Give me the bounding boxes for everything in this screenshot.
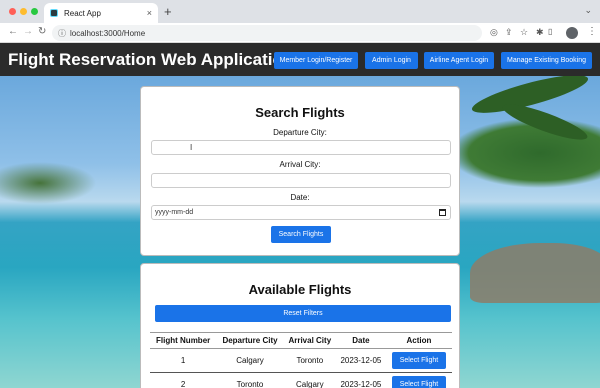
search-title: Search Flights bbox=[255, 105, 345, 120]
arrival-city: Toronto bbox=[283, 348, 336, 373]
react-favicon-icon bbox=[50, 9, 58, 17]
profile-icon[interactable] bbox=[566, 27, 578, 39]
search-flights-button[interactable]: Search Flights bbox=[271, 226, 331, 243]
address-bar[interactable]: ⓘ localhost:3000/Home bbox=[52, 25, 482, 41]
column-header: Flight Number bbox=[150, 332, 217, 349]
browser-toolbar: ← → ↻ ⓘ localhost:3000/Home ◎ ⇪ ☆ ✱ ▯ ⋮ bbox=[0, 23, 600, 43]
reset-filters-button[interactable]: Reset Filters bbox=[155, 305, 451, 322]
member-login-button[interactable]: Member Login/Register bbox=[274, 52, 358, 69]
available-flights-card: Available Flights Reset Filters Flight N… bbox=[140, 263, 460, 388]
info-icon[interactable]: ⓘ bbox=[58, 28, 66, 39]
flight-number: 1 bbox=[150, 348, 217, 373]
flight-date: 2023-12-05 bbox=[335, 372, 386, 388]
airline-agent-login-button[interactable]: Airline Agent Login bbox=[424, 52, 494, 69]
minimize-window-button[interactable] bbox=[20, 8, 27, 15]
select-flight-button[interactable]: Select Flight bbox=[391, 376, 446, 388]
date-placeholder: yyyy-mm-dd bbox=[155, 209, 194, 216]
close-window-button[interactable] bbox=[9, 8, 16, 15]
departure-city: Calgary bbox=[216, 348, 284, 373]
page-content: Flight Reservation Web Application Membe… bbox=[0, 43, 600, 388]
back-icon[interactable]: ← bbox=[8, 26, 18, 37]
arrival-city: Calgary bbox=[283, 372, 336, 388]
flight-number: 2 bbox=[150, 372, 217, 388]
date-label: Date: bbox=[290, 193, 310, 202]
url-text[interactable]: localhost:3000/Home bbox=[70, 29, 145, 38]
app-header: Flight Reservation Web Application Membe… bbox=[0, 43, 600, 76]
table-row: 2 Toronto Calgary 2023-12-05 Select Flig… bbox=[150, 372, 452, 388]
column-header: Action bbox=[385, 332, 452, 349]
background-rock bbox=[470, 243, 600, 303]
date-input[interactable]: yyyy-mm-dd bbox=[151, 205, 451, 220]
select-flight-button[interactable]: Select Flight bbox=[391, 352, 446, 369]
menu-icon[interactable]: ⋮ bbox=[587, 26, 597, 37]
column-header: Arrival City bbox=[283, 332, 336, 349]
search-flights-card: Search Flights Departure City: I Arrival… bbox=[140, 86, 460, 256]
tab-title: React App bbox=[64, 8, 101, 18]
column-header: Departure City bbox=[216, 332, 284, 349]
action-cell: Select Flight bbox=[385, 372, 452, 388]
google-lens-icon[interactable]: ◎ bbox=[490, 27, 498, 38]
flight-date: 2023-12-05 bbox=[335, 348, 386, 373]
available-flights-title: Available Flights bbox=[248, 282, 352, 297]
table-header-row: Flight Number Departure City Arrival Cit… bbox=[150, 332, 452, 349]
bookmark-icon[interactable]: ☆ bbox=[520, 27, 528, 38]
action-cell: Select Flight bbox=[385, 348, 452, 373]
arrival-city-input[interactable] bbox=[151, 173, 451, 188]
arrival-label: Arrival City: bbox=[279, 160, 321, 169]
admin-login-button[interactable]: Admin Login bbox=[365, 52, 418, 69]
reload-icon[interactable]: ↻ bbox=[38, 26, 46, 37]
share-icon[interactable]: ⇪ bbox=[505, 27, 513, 38]
browser-tab[interactable]: React App × bbox=[44, 3, 158, 23]
calendar-icon[interactable] bbox=[439, 209, 446, 216]
sidebar-icon[interactable]: ▯ bbox=[548, 27, 552, 36]
new-tab-button[interactable]: + bbox=[164, 4, 172, 19]
column-header: Date bbox=[335, 332, 386, 349]
tab-close-icon[interactable]: × bbox=[147, 8, 152, 18]
departure-city-input[interactable]: I bbox=[151, 140, 451, 155]
text-cursor-icon: I bbox=[190, 143, 193, 152]
app-title: Flight Reservation Web Application bbox=[8, 50, 294, 69]
maximize-window-button[interactable] bbox=[31, 8, 38, 15]
manage-booking-button[interactable]: Manage Existing Booking bbox=[501, 52, 592, 69]
extensions-icon[interactable]: ✱ bbox=[536, 27, 544, 38]
tab-search-chevron-icon[interactable]: ⌄ bbox=[584, 5, 592, 16]
table-row: 1 Calgary Toronto 2023-12-05 Select Flig… bbox=[150, 348, 452, 373]
departure-label: Departure City: bbox=[273, 128, 327, 137]
browser-titlebar: React App × + ⌄ bbox=[0, 0, 600, 23]
departure-city: Toronto bbox=[216, 372, 284, 388]
forward-icon[interactable]: → bbox=[23, 26, 33, 37]
flights-table: Flight Number Departure City Arrival Cit… bbox=[150, 332, 452, 388]
